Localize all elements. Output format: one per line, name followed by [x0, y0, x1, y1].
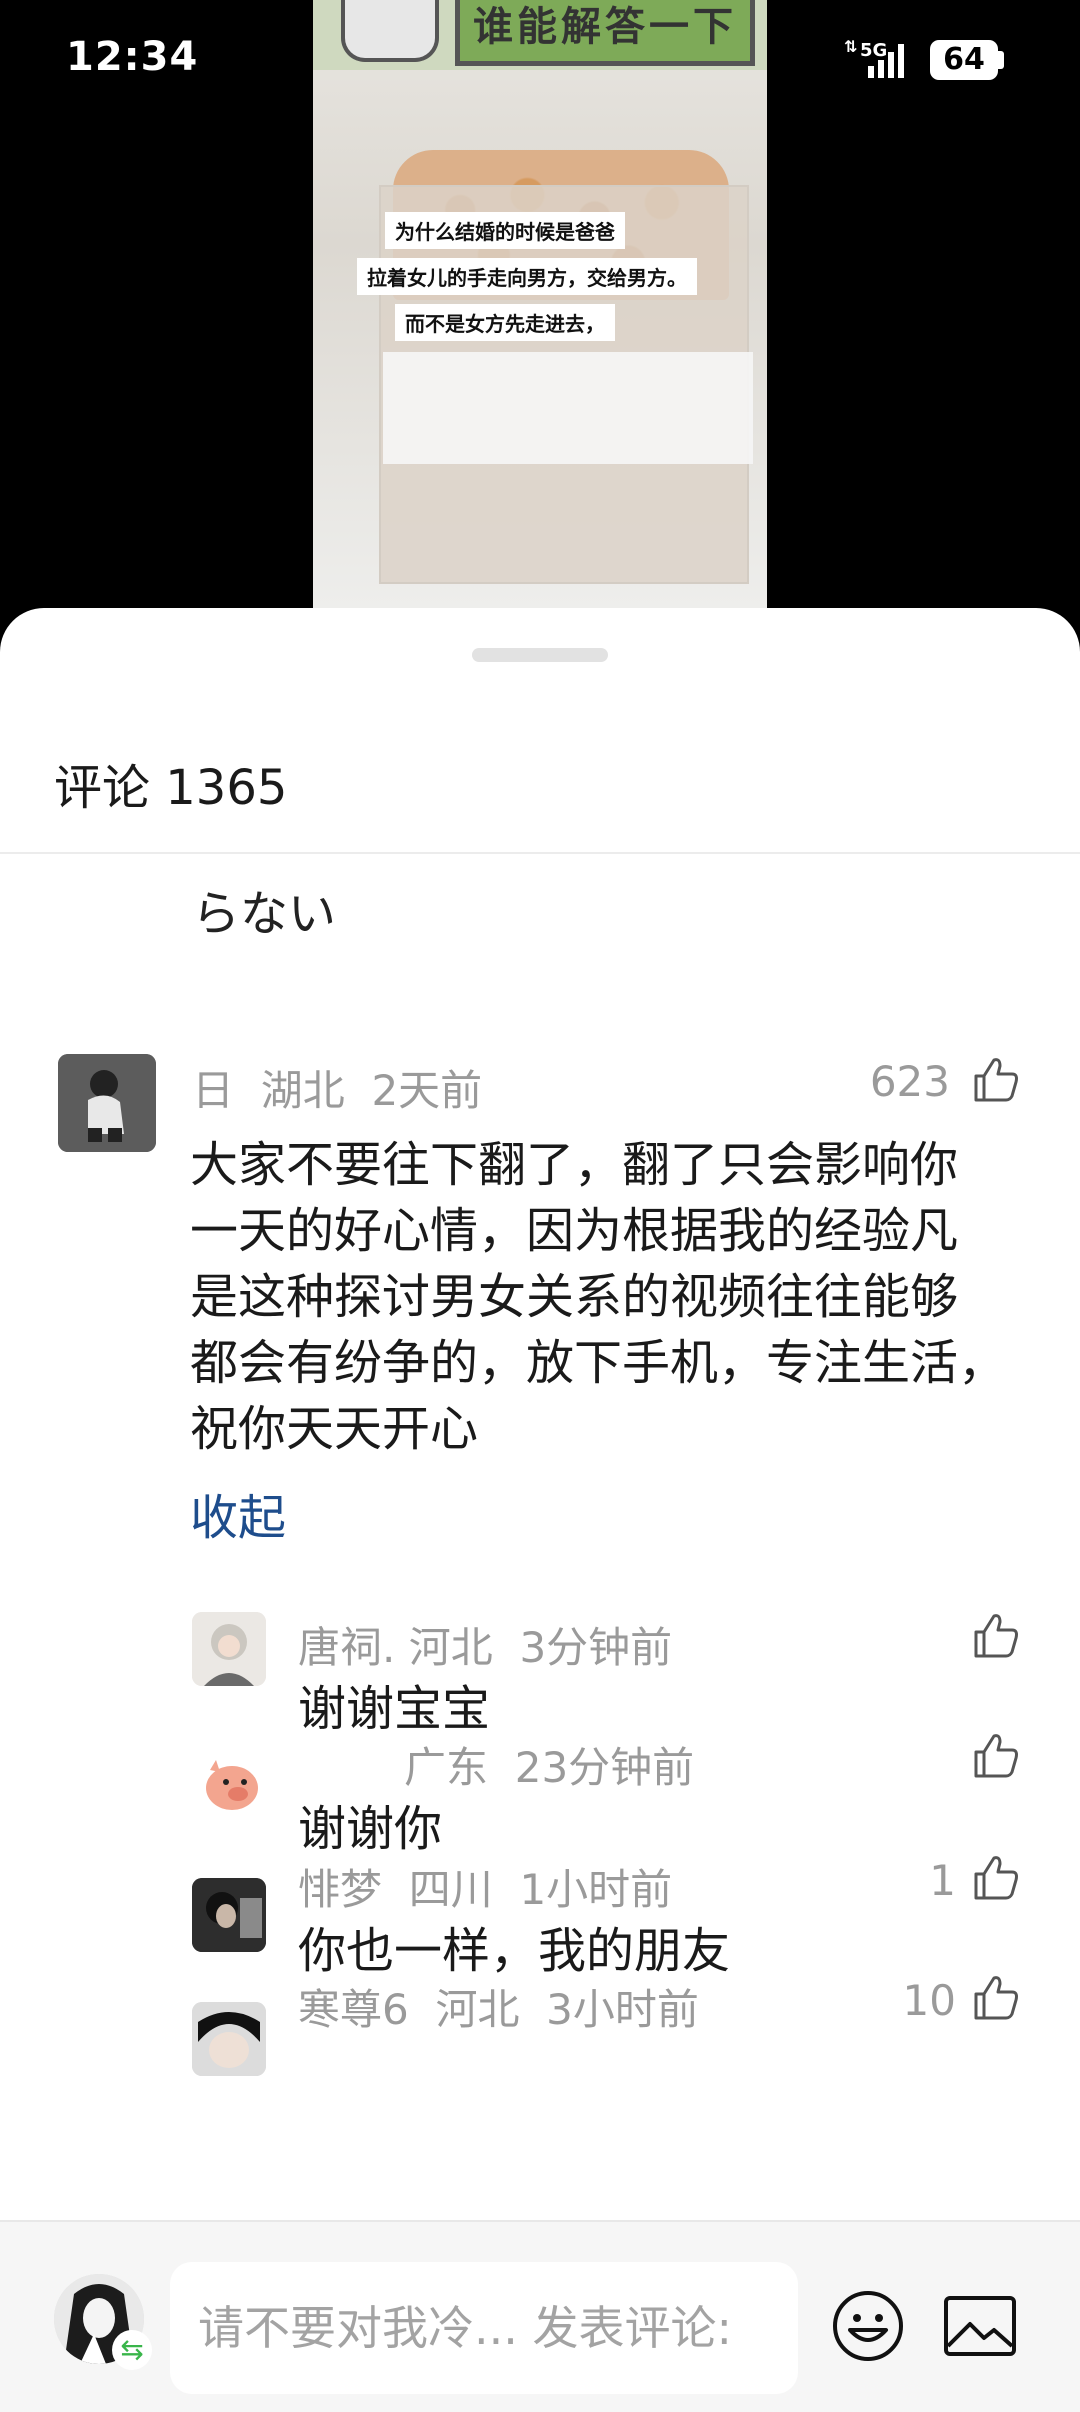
- thumbs-up-icon[interactable]: [970, 1972, 1022, 2024]
- reply-region: 四川: [408, 1865, 493, 1914]
- comment-line: 都会有纷争的，放下手机，专注生活，: [190, 1335, 1007, 1391]
- avatar[interactable]: [192, 1878, 266, 1952]
- reply-meta: 唐祠. 河北 3分钟前: [298, 1614, 672, 1675]
- reply-body: 你也一样，我的朋友: [298, 1923, 731, 1979]
- avatar-image: [192, 2002, 266, 2076]
- status-bar: 12:34 ⇅ 5G 64: [0, 0, 1080, 120]
- comment-line: 大家不要往下翻了，翻了只会影响你: [190, 1137, 959, 1193]
- reply-author[interactable]: 寒尊6: [298, 1985, 409, 2034]
- reply-body: 谢谢你: [298, 1801, 443, 1857]
- avatar[interactable]: [192, 1612, 266, 1686]
- box-label: [383, 352, 753, 464]
- comment-meta: 日 湖北 2天前: [192, 1057, 482, 1118]
- video-caption-1: 为什么结婚的时候是爸爸: [385, 212, 625, 249]
- reply-time: 23分钟前: [514, 1743, 695, 1792]
- signal-5g-icon: ⇅ 5G: [844, 37, 904, 78]
- avatar[interactable]: [192, 2002, 266, 2076]
- collapse-link[interactable]: 收起: [190, 1478, 286, 1548]
- status-time: 12:34: [66, 34, 199, 80]
- comment-count-title: 评论 1365: [54, 760, 288, 816]
- like-count: 623: [869, 1057, 950, 1106]
- comment-composer-bar: ⇆ 请不要对我冷... 发表评论:: [0, 2220, 1080, 2412]
- reply-meta: 悱梦 四川 1小时前: [298, 1856, 672, 1917]
- avatar-image: [192, 1878, 266, 1952]
- comment-sheet: 评论 1365 らない 日 湖北 2天前 623 大家不要往下翻了，翻了只会影响…: [0, 608, 1080, 2412]
- thumbs-up-icon[interactable]: [970, 1610, 1022, 1662]
- comment-line: 是这种探讨男女关系的视频往往能够: [190, 1269, 959, 1325]
- comment-author[interactable]: 日: [192, 1066, 234, 1115]
- reply-time: 3小时前: [546, 1985, 699, 2034]
- partial-comment-text: らない: [192, 886, 337, 942]
- reply-region: 河北: [408, 1623, 493, 1672]
- reply-region: 河北: [435, 1985, 520, 2034]
- reply-meta: 寒尊6 河北 3小时前: [298, 1976, 699, 2037]
- avatar-image: [58, 1054, 156, 1152]
- video-caption-3: 而不是女方先走进去，: [395, 304, 615, 341]
- avatar[interactable]: [192, 1746, 266, 1820]
- reply-body: 谢谢宝宝: [298, 1681, 491, 1737]
- comment-line: 一天的好心情，因为根据我的经验凡: [190, 1203, 959, 1259]
- reply-region: 广东: [404, 1743, 489, 1792]
- thumbs-up-icon[interactable]: [970, 1852, 1022, 1904]
- battery-tip: [998, 51, 1004, 69]
- pig-avatar-image: [192, 1746, 266, 1820]
- reply-author[interactable]: 悱梦: [298, 1865, 382, 1914]
- network-label: 5G: [860, 40, 887, 61]
- drag-handle[interactable]: [472, 648, 608, 662]
- avatar[interactable]: [58, 1054, 156, 1152]
- comment-line: 祝你天天开心: [190, 1401, 479, 1457]
- like-count: 1: [929, 1856, 956, 1905]
- emoji-icon[interactable]: [830, 2288, 906, 2364]
- thumbs-up-icon[interactable]: [970, 1730, 1022, 1782]
- avatar-image: [192, 1612, 266, 1686]
- reply-time: 3分钟前: [519, 1623, 673, 1672]
- thumbs-up-icon[interactable]: [970, 1054, 1022, 1106]
- comment-time: 2天前: [371, 1066, 483, 1115]
- battery-indicator: 64: [930, 40, 998, 80]
- svg-text:⇅: ⇅: [844, 37, 857, 56]
- comment-list[interactable]: らない 日 湖北 2天前 623 大家不要往下翻了，翻了只会影响你 一天的好心情…: [0, 854, 1080, 2094]
- image-icon[interactable]: [942, 2290, 1018, 2362]
- switch-account-icon[interactable]: ⇆: [112, 2330, 152, 2370]
- comment-body: 大家不要往下翻了，翻了只会影响你 一天的好心情，因为根据我的经验凡 是这种探讨男…: [190, 1132, 1040, 1462]
- reply-meta: 广东 23分钟前: [404, 1734, 694, 1795]
- like-count: 10: [902, 1976, 956, 2025]
- reply-time: 1小时前: [519, 1865, 673, 1914]
- comment-input[interactable]: 请不要对我冷... 发表评论:: [170, 2262, 798, 2394]
- reply-author[interactable]: 唐祠.: [298, 1623, 395, 1672]
- video-caption-2: 拉着女儿的手走向男方，交给男方。: [357, 258, 697, 295]
- comment-region: 湖北: [260, 1066, 345, 1115]
